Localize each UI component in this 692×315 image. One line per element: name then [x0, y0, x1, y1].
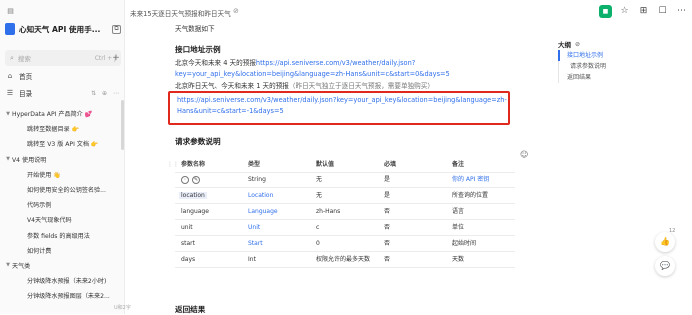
caret-down-icon[interactable]: ▼ — [4, 262, 12, 268]
table-row: days Int 权限允许的最多天数 否 天数 — [175, 252, 515, 268]
more-icon[interactable]: ⋯ — [675, 5, 688, 18]
caret-down-icon[interactable]: ▼ — [4, 156, 12, 162]
search-icon: ⌕ — [10, 53, 14, 62]
edit-icon[interactable]: ✎ — [192, 176, 200, 184]
sidebar: ▤ 心知天气 API 使用手... ⧉ ⌕ 搜索 Ctrl + J + ⌂ 首页… — [0, 0, 125, 314]
word-count: U和2字 — [114, 305, 131, 311]
search-placeholder: 搜索 — [17, 55, 31, 63]
example-link[interactable]: key=your_api_key&location=beijing&langua… — [175, 70, 450, 78]
tree-item[interactable]: 如何计费 — [0, 243, 124, 258]
tree-item[interactable]: 开始使用 👋 — [0, 167, 124, 182]
sidebar-toggle-icon[interactable]: ▤ — [6, 7, 15, 16]
table-row: language Language zh-Hans 否 语言 — [175, 204, 515, 220]
outline-panel: 大纲 ⊘ 接口地址示例 请求参数说明 返回结果 — [558, 38, 668, 83]
table-row: ◦ ✎ String 无 是 你的 API 密钥 — [175, 172, 515, 188]
comment-icon[interactable]: ◦ — [181, 176, 189, 184]
comment-float-button[interactable]: 💬 — [655, 256, 675, 276]
add-comment-icon[interactable]: ☺ — [520, 150, 528, 159]
caret-down-icon[interactable]: ▼ — [4, 111, 12, 117]
star-icon[interactable]: ☆ — [618, 5, 631, 18]
sidebar-scrollbar[interactable] — [121, 100, 124, 150]
table-row: start Start 0 否 起始时间 — [175, 236, 515, 252]
outline-item-results[interactable]: 返回结果 — [558, 72, 668, 83]
tree-item[interactable]: 参数 fields 的高级用法 — [0, 228, 124, 243]
section-title-examples: 接口地址示例 — [175, 45, 221, 54]
tree-item[interactable]: 分钟级降水预报图层（未来2... — [0, 288, 124, 303]
row-tools: ◦ ✎ — [181, 172, 200, 188]
tree-item[interactable]: 跳转至 V3 版 API 文档 👉 — [0, 136, 124, 151]
tree-item[interactable]: V4天气现象代码 — [0, 212, 124, 227]
sidebar-item-label: 目录 — [19, 90, 33, 98]
tree-item[interactable]: ▼ HyperData API 产品简介 💕 — [0, 106, 124, 121]
example-line-1: 北京今天和未来 4 天的预报https://api.seniverse.com/… — [175, 59, 416, 67]
book-icon — [5, 23, 15, 35]
top-bar: 未来15天逐日天气预报和昨日天气 ⊘ ■ ☆ ⊞ ☐ ⋯ — [125, 0, 692, 26]
document-content: 天气数据如下 接口地址示例 北京今天和未来 4 天的预报https://api.… — [167, 25, 550, 314]
add-icon[interactable]: + — [110, 50, 122, 66]
highlighted-url[interactable]: https://api.seniverse.com/v3/weather/dai… — [177, 95, 507, 117]
intro-fragment: 天气数据如下 — [175, 25, 215, 33]
list-icon: ☰ — [6, 89, 14, 97]
catalog-tree: ▼ HyperData API 产品简介 💕 跳转至数据目录 👉 跳转至 V3 版… — [0, 106, 124, 303]
edit-badge-icon[interactable]: ■ — [599, 5, 612, 18]
example-line-2: key=your_api_key&location=beijing&langua… — [175, 69, 450, 79]
tiny-window-icon[interactable]: ⧉ — [112, 24, 121, 34]
section-title-params: 请求参数说明 — [175, 137, 221, 146]
example-line-3: 北京昨日天气、今天和未来 1 天的预报（昨日天气独立于逐日天气预报，需要单独购买… — [175, 82, 434, 90]
tree-item[interactable]: 分钟级降水预报（未来2小时) — [0, 273, 124, 288]
space-title: 心知天气 API 使用手... — [19, 24, 101, 34]
comment-bubble-icon: 💬 — [660, 261, 670, 270]
space-header[interactable]: 心知天气 API 使用手... ⧉ — [5, 20, 121, 38]
section-title-results: 返回结果 — [175, 305, 206, 314]
tree-item[interactable]: ▼ V4 使用说明 — [0, 152, 124, 167]
table-row: location Location 无 是 所查询的位置 — [175, 188, 515, 204]
sidebar-item-label: 首页 — [19, 73, 33, 81]
outline-item-examples[interactable]: 接口地址示例 — [558, 50, 668, 61]
sidebar-item-catalog[interactable]: ☰ 目录 ⇅ ⊕ ⋯ — [5, 86, 121, 100]
example-link[interactable]: https://api.seniverse.com/v3/weather/dai… — [256, 59, 415, 67]
like-count: 12 — [669, 228, 676, 234]
top-actions: ■ ☆ ⊞ ☐ ⋯ — [599, 5, 688, 18]
thumb-up-icon: 👍 — [660, 237, 670, 246]
outline-item-params[interactable]: 请求参数说明 — [558, 61, 668, 72]
like-button[interactable]: 👍 — [655, 232, 675, 252]
home-icon: ⌂ — [7, 72, 13, 80]
catalog-tools[interactable]: ⇅ ⊕ ⋯ — [91, 90, 121, 97]
expand-icon[interactable]: ⊞ — [637, 5, 650, 18]
eye-off-icon[interactable]: ⊘ — [575, 41, 580, 48]
tree-item[interactable]: 代码示例 — [0, 197, 124, 212]
table-row: unit Unit c 否 单位 — [175, 220, 515, 236]
tree-item[interactable]: 如何使用安全的公钥签名验... — [0, 182, 124, 197]
comment-icon[interactable]: ☐ — [656, 5, 669, 18]
search-box[interactable]: ⌕ 搜索 Ctrl + J — [5, 50, 121, 66]
table-header: 参数名称 类型 默认值 必填 备注 — [175, 157, 515, 173]
tree-item[interactable]: 跳转至数据目录 👉 — [0, 121, 124, 136]
api-key-link[interactable]: 你的 API 密钥 — [452, 172, 489, 188]
outline-title: 大纲 ⊘ — [558, 40, 581, 50]
breadcrumb: 未来15天逐日天气预报和昨日天气 — [130, 10, 231, 18]
link-icon[interactable]: ⊘ — [233, 7, 239, 15]
sidebar-item-home[interactable]: ⌂ 首页 — [5, 69, 121, 83]
tree-item[interactable]: ▼ 天气类 — [0, 258, 124, 273]
